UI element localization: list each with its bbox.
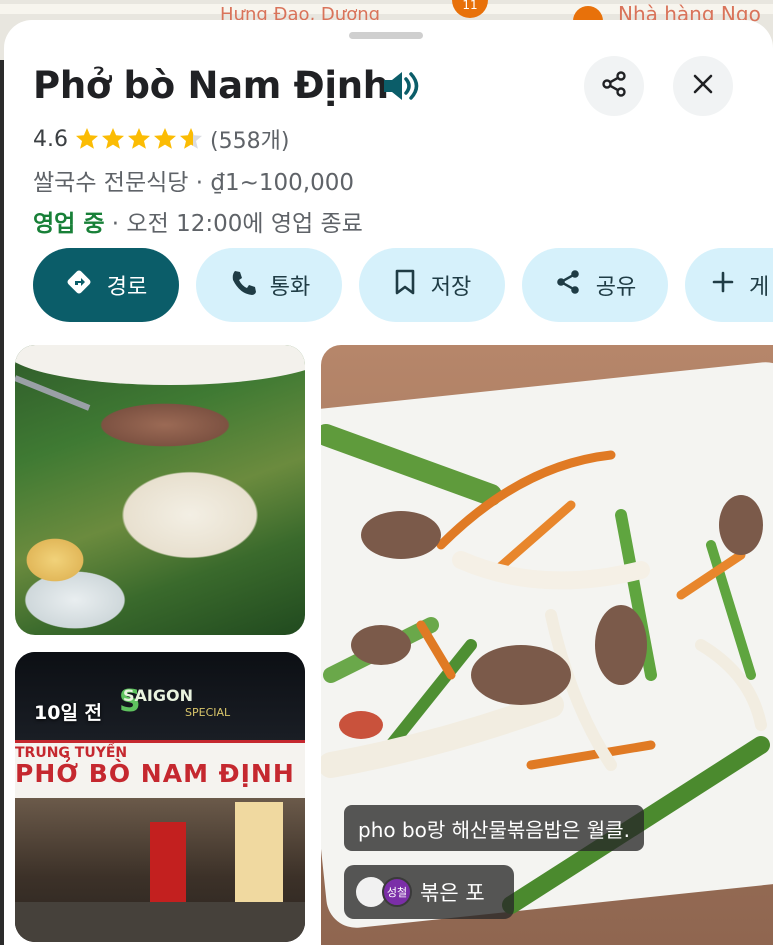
speaker-icon[interactable] bbox=[380, 68, 420, 104]
photo-pho-bowl[interactable] bbox=[15, 345, 305, 635]
share-label: 공유 bbox=[595, 275, 637, 300]
close-icon bbox=[691, 72, 715, 100]
red-banner bbox=[150, 822, 186, 912]
share-icon bbox=[600, 70, 628, 102]
photo-storefront[interactable]: S SAIGON SPECIAL TRUNG TUYẾN PHỞ BÒ NAM … bbox=[15, 652, 305, 942]
directions-button[interactable]: 경로 bbox=[33, 248, 179, 322]
saigon-brand-sub: SPECIAL bbox=[185, 706, 231, 719]
rating-value: 4.6 bbox=[33, 126, 68, 152]
share-chip-button[interactable]: 공유 bbox=[522, 248, 668, 322]
sign-main-text: PHỞ BÒ NAM ĐỊNH bbox=[15, 759, 295, 788]
review-author-name: 볶은 포 bbox=[420, 881, 485, 905]
map-pin[interactable]: 11 bbox=[452, 0, 488, 18]
map-pin-label: 11 bbox=[462, 0, 478, 12]
close-button[interactable] bbox=[673, 56, 733, 116]
bookmark-icon bbox=[393, 268, 417, 302]
avatar-secondary: 성철 bbox=[382, 877, 412, 907]
store-sign: TRUNG TUYẾN PHỞ BÒ NAM ĐỊNH bbox=[15, 740, 305, 798]
store-door bbox=[235, 802, 283, 912]
hours-row[interactable]: 영업 중 · 오전 12:00에 영업 종료 bbox=[33, 204, 363, 238]
save-button[interactable]: 저장 bbox=[359, 248, 505, 322]
star-rating bbox=[74, 126, 204, 152]
share-button[interactable] bbox=[584, 56, 644, 116]
review-author-chip[interactable]: 성철 볶은 포 bbox=[344, 865, 514, 919]
save-label: 저장 bbox=[430, 275, 472, 300]
directions-icon bbox=[65, 268, 93, 302]
rating-row[interactable]: 4.6 (558개) bbox=[33, 124, 290, 155]
saigon-brand: SAIGON bbox=[123, 686, 193, 705]
place-sheet: Phở bò Nam Định 4.6 (558개) 쌀국수 전문식당 · ₫1… bbox=[4, 20, 773, 945]
star-icon bbox=[76, 128, 98, 149]
share-icon bbox=[554, 268, 582, 302]
category-price: 쌀국수 전문식당 · ₫1~100,000 bbox=[33, 170, 355, 196]
spoon bbox=[15, 375, 91, 411]
closing-time: · 오전 12:00에 영업 종료 bbox=[104, 211, 363, 237]
call-label: 통화 bbox=[269, 275, 311, 300]
photo-date-badge: 10일 전 bbox=[34, 702, 103, 724]
plus-icon bbox=[711, 270, 735, 300]
open-status: 영업 중 bbox=[33, 211, 105, 237]
drag-handle[interactable] bbox=[349, 32, 423, 39]
store-floor bbox=[15, 902, 305, 942]
star-icon bbox=[180, 128, 202, 149]
phone-icon bbox=[228, 268, 256, 302]
review-count: (558개) bbox=[210, 129, 290, 154]
review-caption: pho bo랑 해산물볶음밥은 월클. bbox=[344, 805, 644, 851]
directions-label: 경로 bbox=[106, 275, 148, 300]
star-icon bbox=[102, 128, 124, 149]
star-icon bbox=[154, 128, 176, 149]
call-button[interactable]: 통화 bbox=[196, 248, 342, 322]
more-label: 게 bbox=[749, 275, 770, 300]
stir-fry-food bbox=[321, 424, 770, 914]
photo-stir-fry[interactable] bbox=[321, 345, 773, 945]
bowl-rim bbox=[15, 345, 305, 385]
more-button[interactable]: 게 bbox=[685, 248, 773, 322]
action-chips: 경로 통화 저장 공유 게 bbox=[33, 248, 773, 322]
star-icon bbox=[128, 128, 150, 149]
place-title: Phở bò Nam Định bbox=[33, 64, 389, 107]
